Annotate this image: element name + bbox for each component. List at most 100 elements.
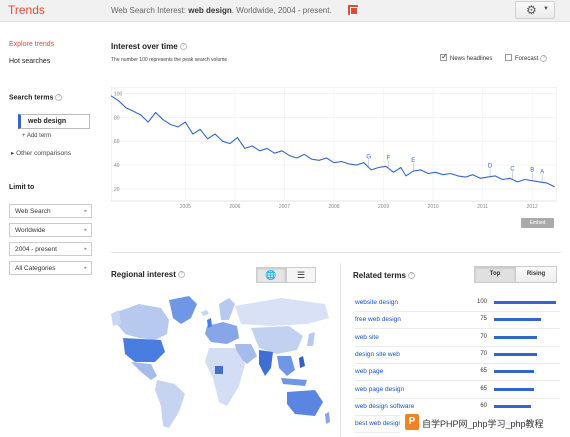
related-term-row[interactable]: web site 70 xyxy=(355,330,560,347)
forecast-option[interactable]: Forecast? xyxy=(505,54,548,63)
gear-icon: ⚙ xyxy=(526,3,537,17)
news-marker-label[interactable]: B xyxy=(530,168,534,174)
help-icon[interactable]: ? xyxy=(540,55,548,62)
map-region-nigeria[interactable] xyxy=(215,366,223,374)
chevron-down-icon: ▼ xyxy=(543,6,549,12)
related-term-name[interactable]: design site web xyxy=(355,351,400,358)
news-marker-label[interactable]: D xyxy=(488,164,493,170)
news-marker-label[interactable]: E xyxy=(411,158,415,164)
search-terms-heading: Search terms? xyxy=(9,94,63,101)
filter-label: Web Search xyxy=(15,208,51,215)
help-icon[interactable]: ? xyxy=(177,271,185,279)
search-term-web-design[interactable]: web design xyxy=(18,114,90,129)
related-term-bar xyxy=(494,318,541,322)
related-term-name[interactable]: web page design xyxy=(355,386,404,393)
triangle-right-icon: ▸ xyxy=(84,208,87,214)
related-term-row[interactable]: free web design 75 xyxy=(355,312,560,330)
share-icon[interactable] xyxy=(348,5,358,15)
interest-over-time-chart[interactable]: 20 40 60 80 100 2005 2006 2007 2008 2009 2010 2011 2… xyxy=(111,87,557,215)
x-tick-label: 2010 xyxy=(428,204,439,210)
news-headlines-label: News headlines xyxy=(450,56,493,63)
filter-time-range[interactable]: 2004 - present ▸ xyxy=(9,242,92,256)
other-comparisons-link[interactable]: ▸ Other comparisons xyxy=(11,149,71,157)
related-term-row[interactable]: web page design 65 xyxy=(355,382,560,399)
news-marker-label[interactable]: A xyxy=(540,169,544,175)
trends-logo[interactable]: Trends xyxy=(8,3,45,17)
map-region-scandinavia[interactable] xyxy=(219,298,235,320)
related-term-name[interactable]: best web design xyxy=(355,420,402,427)
related-terms-title: Related terms? xyxy=(353,271,415,280)
news-headlines-option[interactable]: News headlines xyxy=(440,52,493,63)
help-icon[interactable]: ? xyxy=(179,43,187,51)
map-view-toggle[interactable]: 🌐 xyxy=(256,267,286,283)
y-tick-label: 80 xyxy=(114,115,120,121)
related-title-label: Related terms xyxy=(353,271,406,280)
map-region-russia[interactable] xyxy=(235,298,329,326)
map-region-greenland[interactable] xyxy=(169,296,197,324)
title-term: web design xyxy=(188,6,232,15)
news-marker-label[interactable]: F xyxy=(387,155,391,161)
section-divider xyxy=(111,252,561,253)
filter-search-type[interactable]: Web Search ▸ xyxy=(9,204,92,218)
map-region-southeast-asia[interactable] xyxy=(277,356,295,376)
y-tick-label: 100 xyxy=(114,91,123,97)
title-suffix: . Worldwide, 2004 - present. xyxy=(231,6,332,15)
world-map[interactable] xyxy=(111,290,333,430)
news-marker-label[interactable]: C xyxy=(510,166,515,172)
filter-label: 2004 - present xyxy=(15,246,57,253)
news-headlines-checkbox[interactable] xyxy=(440,52,448,61)
related-term-name[interactable]: free web design xyxy=(355,316,401,323)
forecast-checkbox[interactable] xyxy=(505,54,512,61)
related-term-row[interactable]: web page 65 xyxy=(355,364,560,382)
related-term-row[interactable]: design site web 70 xyxy=(355,347,560,364)
related-term-bar xyxy=(494,335,538,339)
globe-icon: 🌐 xyxy=(265,270,277,280)
related-term-row[interactable]: website design 100 xyxy=(355,295,560,312)
y-tick-label: 40 xyxy=(114,163,120,169)
related-term-value: 100 xyxy=(476,299,487,305)
map-region-usa[interactable] xyxy=(123,338,165,362)
related-term-name[interactable]: web design software xyxy=(355,403,414,410)
help-icon[interactable]: ? xyxy=(407,272,415,280)
map-region-africa[interactable] xyxy=(205,348,245,406)
map-region-canada[interactable] xyxy=(117,304,169,340)
related-term-name[interactable]: web site xyxy=(355,334,379,341)
y-tick-label: 60 xyxy=(114,139,120,145)
related-term-value: 60 xyxy=(480,402,487,409)
tab-top[interactable]: Top xyxy=(474,266,516,283)
top-bar: Trends Web Search Interest: web design. … xyxy=(0,0,570,22)
list-view-toggle[interactable]: ☰ xyxy=(286,267,316,283)
related-term-bar xyxy=(494,404,532,408)
x-tick-label: 2007 xyxy=(279,204,290,210)
settings-button[interactable]: ⚙ ▼ xyxy=(515,1,555,19)
map-region-india[interactable] xyxy=(259,350,273,376)
filter-label: All Categories xyxy=(15,265,56,272)
explore-trends-link[interactable]: Explore trends xyxy=(9,41,54,48)
add-term-link[interactable]: + Add term xyxy=(22,133,51,139)
embed-button[interactable]: Embed xyxy=(521,218,554,228)
map-region-south-america[interactable] xyxy=(155,380,185,428)
related-term-name[interactable]: web page xyxy=(355,368,383,375)
sidebar: Explore trends Hot searches Search terms… xyxy=(0,22,100,437)
peak-note: The number 100 represents the peak searc… xyxy=(111,57,228,63)
forecast-label: Forecast xyxy=(515,56,539,63)
related-term-bar xyxy=(494,370,535,374)
map-region-philippines[interactable] xyxy=(299,356,305,368)
help-icon[interactable]: ? xyxy=(55,94,63,101)
filter-region[interactable]: Worldwide ▸ xyxy=(9,223,92,237)
map-region-australia[interactable] xyxy=(287,390,323,416)
map-region-new-zealand[interactable] xyxy=(325,412,330,424)
tab-rising[interactable]: Rising xyxy=(515,266,557,283)
filter-category[interactable]: All Categories ▸ xyxy=(9,261,92,275)
news-marker-label[interactable]: G xyxy=(366,155,371,161)
map-region-mexico[interactable] xyxy=(131,362,157,380)
hot-searches-link[interactable]: Hot searches xyxy=(9,58,50,65)
section-divider-vertical xyxy=(340,263,341,437)
map-region-japan[interactable] xyxy=(307,332,315,346)
map-region-indonesia[interactable] xyxy=(281,378,307,386)
map-region-china[interactable] xyxy=(251,326,303,354)
map-region-iceland[interactable] xyxy=(201,310,209,316)
related-term-name[interactable]: website design xyxy=(355,299,398,306)
x-tick-label: 2009 xyxy=(378,204,389,210)
triangle-right-icon: ▸ xyxy=(84,227,87,233)
